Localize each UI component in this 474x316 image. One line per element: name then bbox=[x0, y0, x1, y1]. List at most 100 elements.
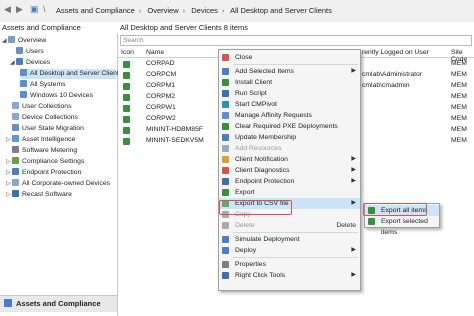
menu-item-client-diagnostics[interactable]: Client Diagnostics ▶ bbox=[219, 165, 360, 176]
start-cmpivot-icon bbox=[222, 101, 229, 108]
menu-item-delete: Delete Delete bbox=[219, 220, 360, 231]
site-code: MEM bbox=[451, 137, 467, 144]
current-user: cmlab\cmadmin bbox=[362, 82, 410, 89]
column-header-name[interactable]: Name bbox=[146, 49, 164, 56]
workspace-label: Assets and Compliance bbox=[16, 299, 101, 308]
menu-item-install-client[interactable]: Install Client bbox=[219, 77, 360, 88]
tree-item-device-collections[interactable]: Device Collections bbox=[12, 113, 78, 123]
search-input[interactable]: Search bbox=[120, 35, 472, 46]
forward-icon[interactable]: ▶ bbox=[16, 4, 23, 15]
collection-icon bbox=[20, 80, 27, 87]
tree-item-endpoint-protection[interactable]: Endpoint Protection bbox=[12, 168, 81, 178]
assets-and-compliance-icon bbox=[4, 299, 12, 307]
menu-item-deploy[interactable]: Deploy ▶ bbox=[219, 245, 360, 256]
breadcrumb-item[interactable]: Assets and Compliance bbox=[56, 6, 135, 15]
device-name: MININT-HDBM85F bbox=[146, 126, 204, 133]
client-computer-icon bbox=[123, 61, 130, 68]
tree-item-all-corporate-owned-devices[interactable]: All Corporate-owned Devices bbox=[12, 179, 110, 189]
menu-item-label: Right Click Tools bbox=[235, 272, 286, 279]
menu-item-shortcut: Delete bbox=[336, 222, 356, 229]
compliance-settings-icon bbox=[12, 157, 19, 164]
asset-intelligence-icon bbox=[12, 135, 19, 142]
client-computer-icon bbox=[123, 116, 130, 123]
export-icon bbox=[222, 189, 229, 196]
expand-icon[interactable]: ▷ bbox=[6, 136, 11, 143]
tree-item-label: Recast Software bbox=[22, 191, 72, 198]
menu-item-add-selected-items[interactable]: Add Selected Items ▶ bbox=[219, 66, 360, 77]
breadcrumb-item[interactable]: All Desktop and Server Clients bbox=[230, 6, 332, 15]
client-diagnostics-icon bbox=[222, 167, 229, 174]
menu-item-label: Clear Required PXE Deployments bbox=[235, 123, 338, 130]
tree-item-label: Windows 10 Devices bbox=[30, 92, 94, 99]
breadcrumb-item[interactable]: Overview bbox=[147, 6, 178, 15]
add-resources-icon bbox=[222, 145, 229, 152]
menu-item-properties[interactable]: Properties bbox=[219, 259, 360, 270]
tree-item-recast-software[interactable]: Recast Software bbox=[12, 190, 72, 200]
user-collections-icon bbox=[12, 102, 19, 109]
highlight-annotation bbox=[363, 203, 427, 216]
console-folder-icon[interactable]: ▣ bbox=[30, 4, 39, 15]
breadcrumb: Assets and Compliance › Overview › Devices… bbox=[56, 6, 332, 15]
tree-item-label: Asset Intelligence bbox=[22, 136, 76, 143]
menu-item-label: Endpoint Protection bbox=[235, 178, 295, 185]
endpoint-protection-icon bbox=[222, 178, 229, 185]
menu-item-label: Deploy bbox=[235, 247, 257, 254]
tree-item-all-systems[interactable]: All Systems bbox=[20, 80, 66, 90]
collapse-icon[interactable]: ◢ bbox=[10, 59, 15, 66]
client-computer-icon bbox=[123, 83, 130, 90]
user-state-migration-icon bbox=[12, 124, 19, 131]
menu-item-close[interactable]: Close bbox=[219, 52, 360, 63]
software-metering-icon bbox=[12, 146, 19, 153]
expand-icon[interactable]: ▷ bbox=[6, 191, 11, 198]
menu-item-endpoint-protection[interactable]: Endpoint Protection ▶ bbox=[219, 176, 360, 187]
column-header-icon[interactable]: Icon bbox=[121, 49, 134, 56]
tree-item-all-desktop-and-server-clients[interactable]: All Desktop and Server Clients bbox=[20, 69, 122, 79]
menu-item-client-notification[interactable]: Client Notification ▶ bbox=[219, 154, 360, 165]
tree-item-overview[interactable]: Overview bbox=[8, 36, 46, 46]
tree-item-label: Endpoint Protection bbox=[22, 169, 82, 176]
menu-item-label: Client Diagnostics bbox=[235, 167, 290, 174]
tree-item-label: Compliance Settings bbox=[22, 158, 85, 165]
menu-item-export[interactable]: Export bbox=[219, 187, 360, 198]
highlight-annotation bbox=[219, 200, 292, 215]
back-icon[interactable]: ◀ bbox=[4, 4, 11, 15]
menu-item-simulate-deployment[interactable]: Simulate Deployment bbox=[219, 234, 360, 245]
submenu-arrow-icon: ▶ bbox=[351, 178, 356, 184]
menu-item-clear-required-pxe-deployments[interactable]: Clear Required PXE Deployments bbox=[219, 121, 360, 132]
site-code: MEM bbox=[451, 104, 467, 111]
menu-item-update-membership[interactable]: Update Membership bbox=[219, 132, 360, 143]
workspace-assets-and-compliance[interactable]: Assets and Compliance bbox=[0, 295, 117, 312]
tree-item-windows-10-devices[interactable]: Windows 10 Devices bbox=[20, 91, 93, 101]
breadcrumb-item[interactable]: Devices bbox=[191, 6, 218, 15]
tree-item-devices[interactable]: Devices bbox=[16, 58, 50, 68]
tree-item-user-state-migration[interactable]: User State Migration bbox=[12, 124, 84, 134]
menu-item-start-cmpivot[interactable]: Start CMPivot bbox=[219, 99, 360, 110]
context-menu: Close Add Selected Items ▶ Install Client Ru… bbox=[218, 49, 361, 291]
tree-item-label: Device Collections bbox=[22, 114, 78, 121]
expand-icon[interactable]: ▷ bbox=[6, 180, 11, 187]
menu-item-label: Start CMPivot bbox=[235, 101, 277, 108]
tree-item-users[interactable]: Users bbox=[16, 47, 44, 57]
tree-item-label: All Corporate-owned Devices bbox=[22, 180, 111, 187]
tree-item-software-metering[interactable]: Software Metering bbox=[12, 146, 77, 156]
menu-item-right-click-tools[interactable]: Right Click Tools ▶ bbox=[219, 270, 360, 281]
collapse-icon[interactable]: ◢ bbox=[2, 37, 7, 44]
tree-item-asset-intelligence[interactable]: Asset Intelligence bbox=[12, 135, 75, 145]
site-code: MEM bbox=[451, 115, 467, 122]
column-header-current-user[interactable]: rently Logged on User bbox=[362, 49, 429, 56]
install-client-icon bbox=[222, 79, 229, 86]
menu-item-label: Delete bbox=[235, 222, 255, 229]
tree-item-compliance-settings[interactable]: Compliance Settings bbox=[12, 157, 84, 167]
navigation-pane-title: Assets and Compliance bbox=[0, 22, 119, 33]
device-name: CORPW1 bbox=[146, 104, 176, 111]
tree-item-user-collections[interactable]: User Collections bbox=[12, 102, 71, 112]
menu-item-manage-affinity-requests[interactable]: Manage Affinity Requests bbox=[219, 110, 360, 121]
submenu-arrow-icon: ▶ bbox=[351, 272, 356, 278]
expand-icon[interactable]: ▷ bbox=[6, 158, 11, 165]
device-name: CORPM1 bbox=[146, 82, 176, 89]
submenu-item-export-selected-items[interactable]: Export selected items bbox=[365, 216, 439, 236]
site-code: MEM bbox=[451, 126, 467, 133]
simulate-deployment-icon bbox=[222, 236, 229, 243]
expand-icon[interactable]: ▷ bbox=[6, 169, 11, 176]
menu-item-run-script[interactable]: Run Script bbox=[219, 88, 360, 99]
